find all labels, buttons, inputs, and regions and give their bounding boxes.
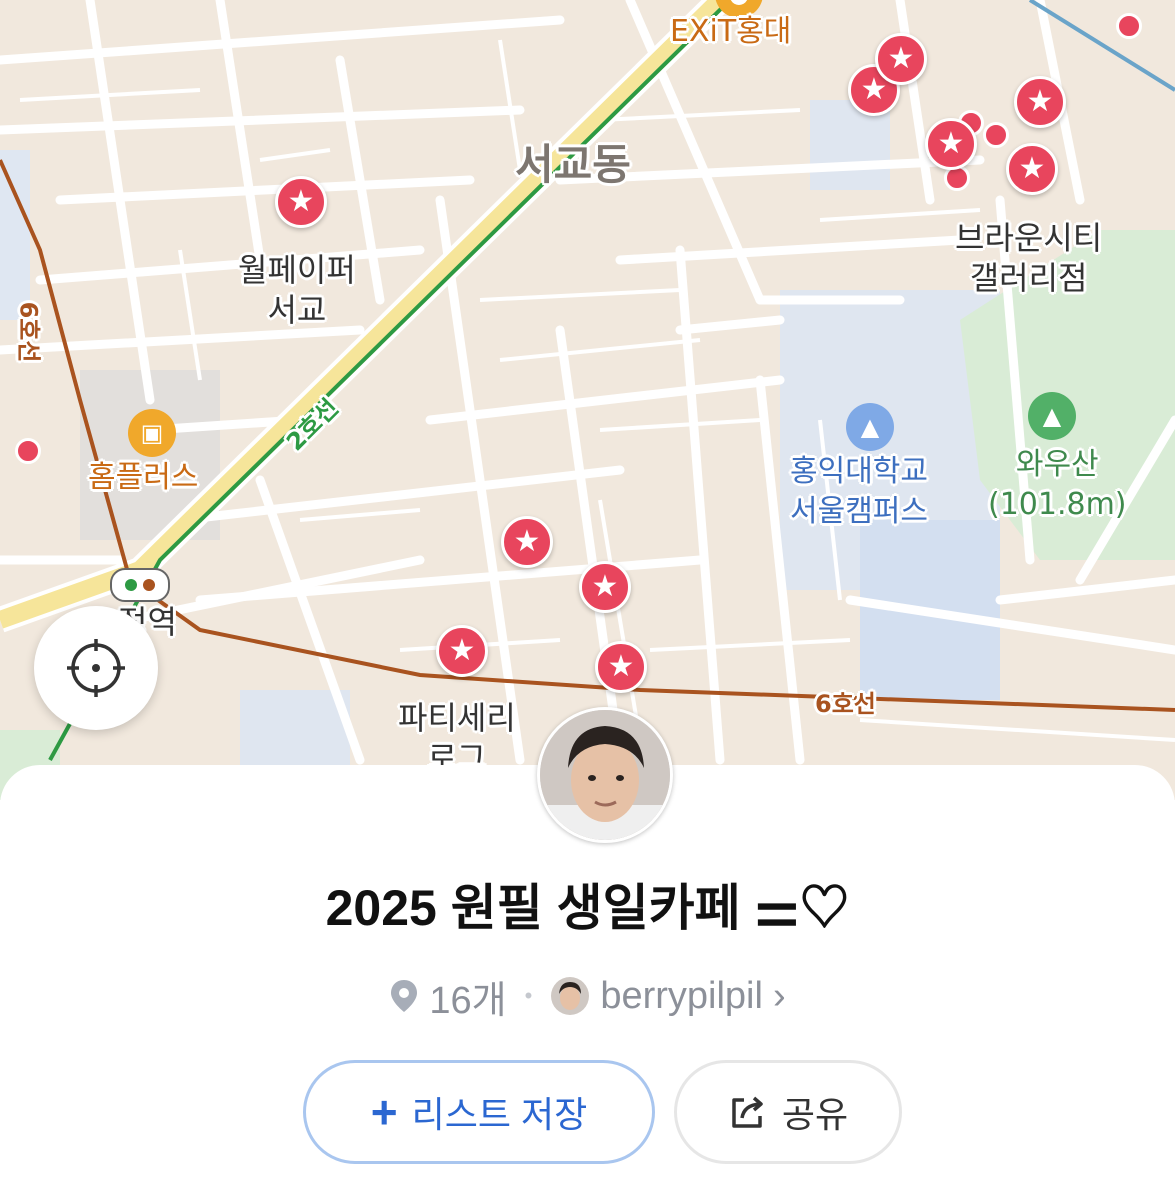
chevron-right-icon: ›	[772, 974, 786, 1017]
subway-label-line6-horizontal: 6호선	[815, 690, 876, 718]
cafe-dot[interactable]	[1116, 13, 1142, 39]
subway-label-line6: 6호선	[14, 301, 43, 363]
poi-label-line: 와우산	[1015, 447, 1099, 482]
map-view[interactable]: 서교동 ● EXiT홍대 ★ 월페이퍼 서교 ★ ★ ★ ★ ★ 브라운시티 갤…	[0, 0, 1175, 800]
poi-label-line: 홍익대학교	[790, 454, 928, 489]
cafe-pin[interactable]: ★	[501, 516, 553, 568]
plus-icon: +	[370, 1086, 398, 1138]
mountain-icon: ▲	[1028, 392, 1076, 440]
avatar[interactable]	[537, 707, 673, 843]
place-count: 16개	[429, 979, 507, 1022]
star-icon: ★	[591, 569, 619, 604]
cafe-pin[interactable]: ★	[925, 118, 977, 170]
poi-label-homeplus[interactable]: 홈플러스	[88, 458, 198, 498]
crosshair-icon	[67, 639, 125, 697]
poi-label-exit-hongdae[interactable]: EXiT홍대	[670, 12, 791, 52]
district-label: 서교동	[515, 140, 631, 189]
poi-label-hongik[interactable]: 홍익대학교 서울캠퍼스	[790, 452, 928, 532]
star-icon: ★	[607, 649, 635, 684]
author-avatar	[551, 977, 590, 1015]
star-icon: ★	[887, 41, 915, 76]
poi-label-wausan[interactable]: 와우산 (101.8m)	[988, 445, 1127, 525]
poi-label-line: 갤러리점	[969, 259, 1088, 297]
cafe-dot[interactable]	[15, 438, 41, 464]
cafe-pin[interactable]: ★	[1006, 143, 1058, 195]
star-icon: ★	[1026, 84, 1054, 119]
cafe-pin[interactable]: ★	[579, 561, 631, 613]
poi-label-line: 브라운시티	[955, 219, 1103, 257]
cafe-dot[interactable]	[983, 122, 1009, 148]
list-title: 2025 원필 생일카페 ⚌♡	[325, 880, 850, 936]
subway-station-icon[interactable]	[110, 568, 170, 602]
cafe-pin[interactable]: ★	[595, 641, 647, 693]
star-icon: ★	[1018, 151, 1046, 186]
poi-label-line: (101.8m)	[988, 487, 1127, 522]
shopping-cart-icon: ▣	[128, 409, 176, 457]
star-icon: ★	[287, 184, 315, 219]
cafe-pin[interactable]: ★	[875, 33, 927, 85]
poi-label-line: 파티세리	[398, 699, 516, 737]
cafe-pin-wallpaper[interactable]: ★	[275, 176, 327, 228]
poi-label-brown-city[interactable]: 브라운시티 갤러리점	[955, 218, 1102, 298]
cafe-pin[interactable]: ★	[1014, 76, 1066, 128]
star-icon: ★	[860, 72, 888, 107]
map-streets	[0, 0, 1175, 800]
cafe-pin-patisserie[interactable]: ★	[436, 625, 488, 677]
list-meta: 16개 • berrypilpil ›	[0, 972, 1175, 1022]
author-name: berrypilpil	[600, 974, 763, 1017]
meta-separator: •	[524, 983, 533, 1008]
star-icon: ★	[513, 524, 541, 559]
graduation-cap-icon: ▲	[846, 403, 894, 451]
profile-photo	[540, 710, 670, 840]
star-icon: ★	[448, 633, 476, 668]
save-list-button[interactable]: + 리스트 저장	[303, 1060, 655, 1164]
poi-label-line: 서교	[267, 291, 327, 329]
share-icon	[732, 1096, 763, 1128]
poi-label-wallpaper[interactable]: 월페이퍼 서교	[238, 250, 356, 330]
poi-label-line: 월페이퍼	[238, 251, 356, 289]
current-location-button[interactable]	[34, 606, 158, 730]
author-link[interactable]: berrypilpil ›	[550, 974, 786, 1018]
save-list-label: 리스트 저장	[411, 1094, 588, 1135]
share-label: 공유	[781, 1094, 849, 1135]
share-button[interactable]: 공유	[674, 1060, 902, 1164]
star-icon: ★	[937, 126, 965, 161]
poi-label-line: 서울캠퍼스	[790, 494, 928, 529]
location-pin-icon	[391, 980, 418, 1012]
